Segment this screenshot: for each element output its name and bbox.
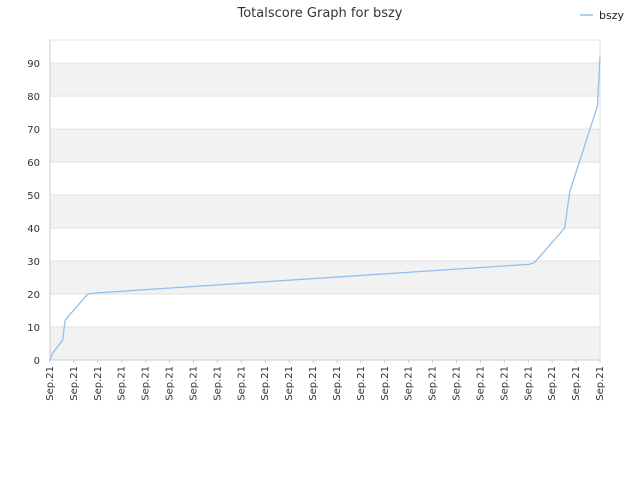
x-tick-label: Sep.21: [284, 366, 295, 401]
y-tick-label: 60: [27, 158, 40, 169]
x-tick-label: Sep.21: [356, 366, 367, 401]
x-tick-label: Sep.21: [308, 366, 319, 401]
x-tick-label: Sep.21: [117, 366, 128, 401]
x-tick-label: Sep.21: [428, 366, 439, 401]
plot-band: [50, 294, 600, 328]
x-tick-label: Sep.21: [236, 366, 247, 401]
x-tick-label: Sep.21: [260, 366, 271, 401]
x-tick-label: Sep.21: [165, 366, 176, 401]
x-tick-label: Sep.21: [45, 366, 56, 401]
y-tick-label: 80: [27, 92, 40, 103]
y-axis-ticks: 0 10 20 30 40 50 60 70 80 90: [27, 59, 40, 367]
x-tick-label: Sep.21: [452, 366, 463, 401]
plot-band: [50, 327, 600, 360]
x-tick-label: Sep.21: [547, 366, 558, 401]
y-tick-label: 10: [27, 323, 40, 334]
x-tick-label: Sep.21: [69, 366, 80, 401]
x-tick-label: Sep.21: [380, 366, 391, 401]
x-tick-label: Sep.21: [499, 366, 510, 401]
plot-band: [50, 96, 600, 130]
plot-band: [50, 129, 600, 163]
x-tick-label: Sep.21: [212, 366, 223, 401]
y-tick-label: 70: [27, 125, 40, 136]
legend: bszy: [580, 9, 624, 22]
legend-label-bszy: bszy: [599, 9, 624, 22]
x-tick-label: Sep.21: [523, 366, 534, 401]
chart-title: Totalscore Graph for bszy: [237, 6, 403, 21]
x-tick-label: Sep.21: [93, 366, 104, 401]
plot-band: [50, 195, 600, 229]
x-axis-ticks: Sep.21 Sep.21 Sep.21 Sep.21 Sep.21 Sep.21 Sep.…: [45, 360, 606, 401]
x-tick-label: Sep.21: [595, 366, 606, 401]
plot-background: [50, 40, 600, 360]
plot-band: [50, 40, 600, 64]
chart: Totalscore Graph for bszy bszy 0 10 20 30 40…: [27, 6, 624, 401]
y-tick-label: 50: [27, 191, 40, 202]
plot-band: [50, 162, 600, 196]
x-tick-label: Sep.21: [404, 366, 415, 401]
y-tick-label: 40: [27, 224, 40, 235]
x-tick-label: Sep.21: [571, 366, 582, 401]
y-tick-label: 90: [27, 59, 40, 70]
x-tick-label: Sep.21: [475, 366, 486, 401]
y-tick-label: 20: [27, 290, 40, 301]
y-tick-label: 0: [34, 356, 40, 367]
x-tick-label: Sep.21: [188, 366, 199, 401]
x-tick-label: Sep.21: [141, 366, 152, 401]
plot-band: [50, 228, 600, 262]
y-tick-label: 30: [27, 257, 40, 268]
x-tick-label: Sep.21: [332, 366, 343, 401]
plot-band: [50, 63, 600, 97]
